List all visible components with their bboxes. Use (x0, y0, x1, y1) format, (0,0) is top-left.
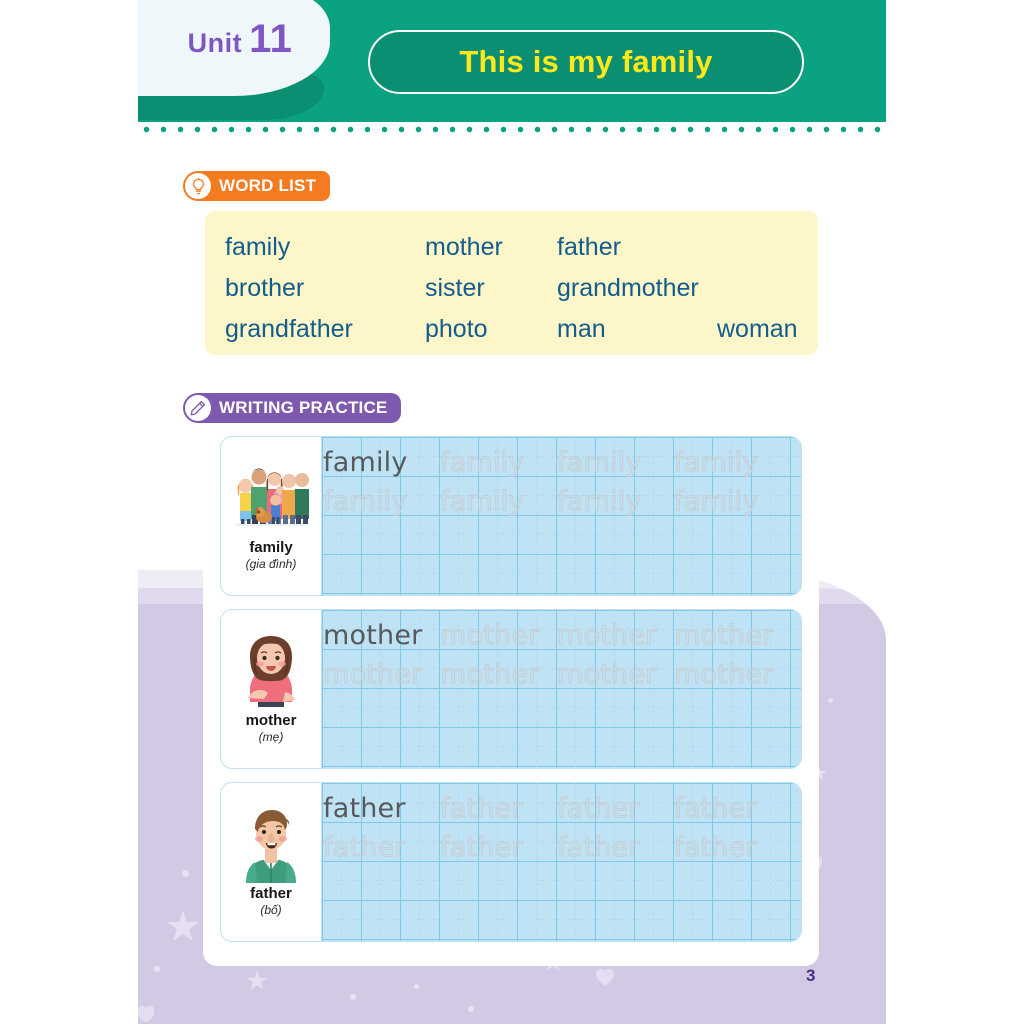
writing-grid[interactable]: father father father father father fathe… (322, 783, 801, 941)
trace-word-dotted: father (323, 832, 406, 863)
trace-word-dotted: mother (673, 620, 774, 651)
decorative-dot (350, 994, 356, 1000)
word-item: grandmother (557, 274, 699, 302)
trace-word-dotted: family (674, 447, 759, 478)
trace-word-dotted: mother (439, 659, 540, 690)
practice-word-vi: (mẹ) (258, 730, 284, 744)
writing-practice-card: family (gia đình) family family family f… (203, 428, 819, 966)
trace-word-dotted: family (557, 486, 642, 517)
unit-number: 11 (249, 17, 293, 61)
unit-word: Unit (187, 28, 243, 58)
practice-word-en: family (249, 539, 293, 556)
word-item: family (225, 233, 291, 261)
word-list-badge: WORD LIST (183, 171, 331, 201)
writing-grid[interactable]: family family family family family famil… (322, 437, 801, 595)
mother-illustration (230, 618, 312, 710)
pencil-icon (185, 395, 211, 421)
trace-word-dotted: father (674, 832, 757, 863)
word-list-row: grandfather photo man woman (225, 309, 798, 350)
practice-word-cell: family (gia đình) (221, 437, 322, 595)
word-item: grandfather (225, 315, 353, 343)
lesson-title-pill: This is my family (368, 30, 804, 94)
trace-word-solid: family (323, 447, 408, 478)
word-list-row: brother sister grandmother (225, 268, 798, 309)
trace-word-dotted: mother (556, 659, 657, 690)
unit-header: Unit 11 This is my family (138, 0, 886, 122)
trace-word-dotted: family (440, 447, 525, 478)
decorative-dot (468, 1006, 474, 1012)
decorative-dot (828, 698, 833, 703)
writing-practice-badge: WRITING PRACTICE (183, 393, 402, 423)
trace-word-dotted: father (440, 793, 523, 824)
decorative-dot (182, 870, 189, 877)
page-number: 3 (806, 966, 816, 985)
practice-word-en: father (250, 885, 292, 902)
practice-word-cell: father (bố) (221, 783, 322, 941)
trace-word-dotted: father (557, 793, 640, 824)
lightbulb-icon (185, 173, 211, 199)
word-list-badge-label: WORD LIST (219, 176, 317, 195)
trace-word-dotted: mother (322, 659, 423, 690)
decorative-heart (593, 965, 615, 987)
trace-word-dotted: family (557, 447, 642, 478)
decorative-heart (138, 1002, 154, 1022)
lesson-title: This is my family (459, 44, 713, 79)
decorative-star (246, 970, 268, 991)
word-item: father (557, 233, 621, 261)
father-illustration (230, 791, 312, 883)
trace-word-dotted: mother (556, 620, 657, 651)
practice-row: mother (mẹ) mother mother mother mother … (220, 609, 802, 769)
writing-grid[interactable]: mother mother mother mother mother mothe… (322, 610, 801, 768)
trace-word-dotted: father (440, 832, 523, 863)
word-item: man (557, 315, 606, 343)
trace-word-dotted: family (323, 486, 408, 517)
writing-practice-badge-label: WRITING PRACTICE (219, 398, 388, 417)
word-item: sister (425, 274, 485, 302)
dotted-divider (138, 126, 886, 133)
trace-word-dotted: family (674, 486, 759, 517)
word-item: woman (717, 315, 798, 343)
decorative-dot (154, 966, 160, 972)
practice-word-vi: (bố) (260, 903, 282, 917)
practice-word-en: mother (245, 712, 297, 729)
word-list-row: family mother father (225, 227, 798, 268)
decorative-star (166, 910, 200, 941)
worksheet-page: Unit 11 This is my family WORD LIST fami… (0, 0, 1024, 1024)
trace-word-dotted: father (557, 832, 640, 863)
decorative-dot (414, 984, 419, 989)
practice-word-cell: mother (mẹ) (221, 610, 322, 768)
trace-word-dotted: mother (673, 659, 774, 690)
word-item: brother (225, 274, 305, 302)
trace-word-solid: father (323, 793, 406, 824)
trace-word-dotted: mother (439, 620, 540, 651)
word-item: photo (425, 315, 488, 343)
family-group-illustration (230, 445, 312, 537)
unit-label: Unit 11 (187, 17, 293, 61)
trace-word-dotted: father (674, 793, 757, 824)
word-list-box: family mother father brother sister gran… (205, 211, 818, 355)
practice-row: father (bố) father father father father … (220, 782, 802, 942)
practice-row: family (gia đình) family family family f… (220, 436, 802, 596)
word-item: mother (425, 233, 503, 261)
trace-word-solid: mother (323, 620, 423, 651)
trace-word-dotted: family (440, 486, 525, 517)
practice-word-vi: (gia đình) (245, 557, 297, 571)
